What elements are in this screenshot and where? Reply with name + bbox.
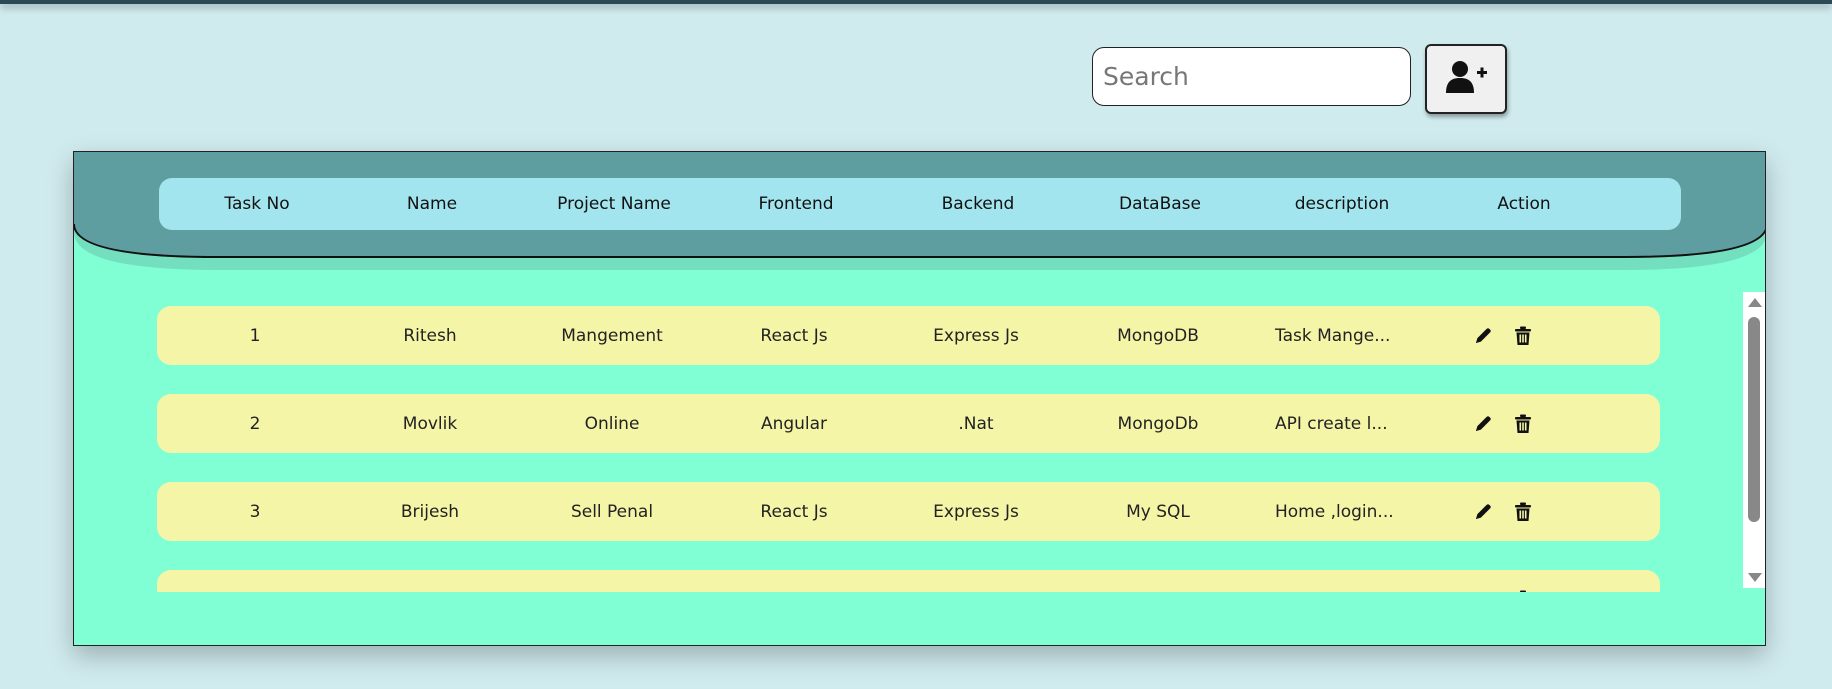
cell-project-name: Admin Penal xyxy=(521,570,703,593)
cell-task-no: 1 xyxy=(249,325,261,346)
cell-task-no: 3 xyxy=(249,501,261,522)
cell-backend: Express Js xyxy=(933,325,1019,346)
cell-name: Sagar xyxy=(339,570,521,593)
header-name: Name xyxy=(406,194,458,214)
pencil-icon[interactable] xyxy=(1472,413,1494,435)
header-database: DataBase xyxy=(1119,194,1201,214)
trash-icon[interactable] xyxy=(1512,501,1534,523)
cell-description: UI Responsi... xyxy=(1275,570,1435,593)
cell-database: SQL xyxy=(1067,570,1249,593)
task-table-panel: Task No Name Project Name Frontend Backe… xyxy=(73,151,1766,646)
cell-database: My SQL xyxy=(1126,501,1190,522)
table-row: 3 Brijesh Sell Penal React Js Express Js My S… xyxy=(157,482,1660,541)
trash-icon[interactable] xyxy=(1512,325,1534,347)
row-actions xyxy=(1472,482,1534,541)
row-actions xyxy=(1472,570,1534,592)
table-row: 2 Movlik Online Angular .Nat MongoDb API creat… xyxy=(157,394,1660,453)
header-action: Action xyxy=(1497,194,1551,214)
header-frontend: Frontend xyxy=(758,194,834,214)
table-row: 1 Ritesh Mangement React Js Express Js MongoD… xyxy=(157,306,1660,365)
cell-backend: Express Js xyxy=(933,501,1019,522)
cell-project-name: Sell Penal xyxy=(570,501,654,522)
header-project-name: Project Name xyxy=(557,194,671,214)
scroll-down-arrow-icon[interactable] xyxy=(1748,573,1762,582)
cell-description: API create l... xyxy=(1275,413,1388,434)
scroll-thumb[interactable] xyxy=(1748,317,1760,522)
pencil-icon[interactable] xyxy=(1472,501,1494,523)
cell-backend: .Nat xyxy=(958,413,994,434)
header-description: description xyxy=(1294,194,1390,214)
top-bar xyxy=(0,0,1832,4)
cell-frontend: React Js xyxy=(760,325,828,346)
cell-name: Brijesh xyxy=(400,501,460,522)
table-body[interactable]: 1 Ritesh Mangement React Js Express Js MongoD… xyxy=(74,292,1744,592)
header-task-no: Task No xyxy=(224,194,290,214)
cell-task-no: 4 xyxy=(157,570,353,593)
search-input[interactable] xyxy=(1092,47,1411,106)
scroll-up-arrow-icon[interactable] xyxy=(1748,298,1762,307)
cell-database: MongoDB xyxy=(1117,325,1199,346)
user-plus-icon xyxy=(1444,59,1488,99)
table-header-band: Task No Name Project Name Frontend Backe… xyxy=(74,152,1765,272)
cell-description: Home ,login... xyxy=(1275,501,1394,522)
pencil-icon[interactable] xyxy=(1472,589,1494,592)
cell-backend: Node Js xyxy=(885,570,1067,593)
cell-task-no: 2 xyxy=(249,413,261,434)
table-row: 4SagarAdmin PenalReact NativeNode JsSQL U… xyxy=(157,570,1660,592)
cell-name: Movlik xyxy=(402,413,458,434)
add-user-button[interactable] xyxy=(1425,44,1507,114)
cell-frontend: Angular xyxy=(760,413,828,434)
cell-project-name: Mangement xyxy=(561,325,663,346)
table-scrollbar[interactable] xyxy=(1743,292,1765,588)
row-actions xyxy=(1472,394,1534,453)
cell-project-name: Online xyxy=(584,413,640,434)
row-actions xyxy=(1472,306,1534,365)
cell-description: Task Mange... xyxy=(1275,325,1391,346)
cell-frontend: React Native xyxy=(703,570,885,593)
cell-database: MongoDb xyxy=(1117,413,1199,434)
cell-name: Ritesh xyxy=(403,325,457,346)
cell-frontend: React Js xyxy=(760,501,828,522)
table-header-row: Task No Name Project Name Frontend Backe… xyxy=(159,178,1681,230)
header-backend: Backend xyxy=(941,194,1015,214)
trash-icon[interactable] xyxy=(1512,413,1534,435)
trash-icon[interactable] xyxy=(1512,589,1534,592)
pencil-icon[interactable] xyxy=(1472,325,1494,347)
